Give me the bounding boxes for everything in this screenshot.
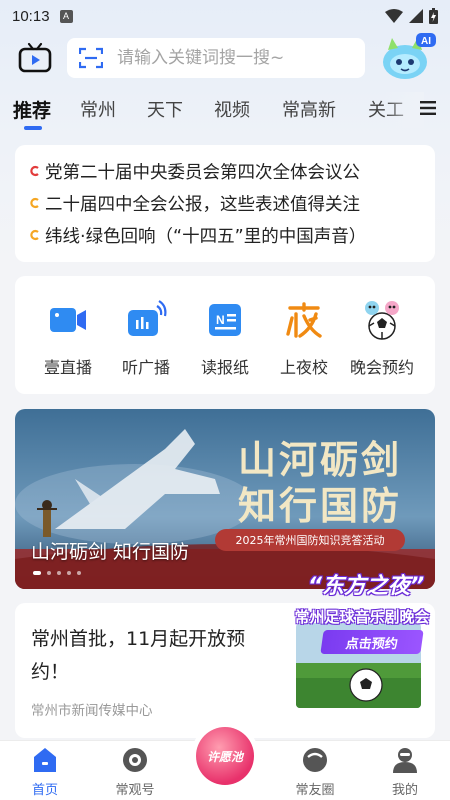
headline-item[interactable]: 党第二十届中央委员会第四次全体会议公 [29, 155, 435, 187]
quick-action-label: 听广播 [121, 358, 170, 377]
nav-label: 首页 [31, 783, 58, 798]
nav-label: 常观号 [115, 783, 155, 798]
promo-subtitle: 常州足球音乐剧晚会 [294, 608, 430, 626]
quick-action-label: 晚会预约 [349, 358, 414, 377]
headline-bullet-icon [30, 197, 39, 209]
headline-item[interactable]: 纬线·绿色回响（“十四五”里的中国声音） [29, 219, 435, 251]
signal-icon [409, 9, 423, 23]
quick-action-live[interactable]: 壹直播 [28, 298, 108, 378]
channel-tabs: 推荐 常州 天下 视频 常高新 关工 [0, 92, 450, 132]
gala-mascot-icon [365, 301, 399, 340]
status-bar: 10:13 A [0, 0, 450, 32]
svg-text:N: N [216, 313, 225, 327]
quick-action-newspaper[interactable]: N 读报纸 [185, 298, 265, 378]
quick-action-label: 壹直播 [43, 358, 92, 377]
wish-pool-button[interactable]: 许愿池 [196, 727, 254, 785]
banner-dot [47, 571, 51, 575]
tab-fade [384, 92, 424, 128]
floating-promo[interactable]: “东方之夜” 常州足球音乐剧晚会 点击预约 [277, 568, 447, 658]
banner-dot [57, 571, 61, 575]
banner-title: 山河砺剑 知行国防 [215, 437, 425, 529]
search-input[interactable] [117, 48, 337, 68]
nav-home[interactable]: 首页 [10, 745, 80, 798]
banner-title-line1: 山河砺剑 [237, 437, 402, 482]
banner-dot [77, 571, 81, 575]
tv-icon[interactable] [18, 42, 52, 74]
headline-bullet-icon [30, 165, 39, 177]
headline-list: 党第二十届中央委员会第四次全体会议公 二十届四中全会公报，这些表述值得关注 纬线… [15, 145, 435, 262]
quick-action-gala-booking[interactable]: 晚会预约 [342, 298, 422, 378]
changyouquan-icon [303, 748, 327, 772]
tab-changgaoxin[interactable]: 常高新 [282, 96, 336, 122]
channel-menu-icon[interactable] [420, 100, 436, 116]
tab-changzhou[interactable]: 常州 [80, 96, 116, 122]
quick-action-label: 上夜校 [279, 358, 328, 377]
headline-text: 党第二十届中央委员会第四次全体会议公 [45, 162, 360, 183]
active-tab-indicator [24, 126, 42, 130]
home-icon [34, 748, 56, 772]
profile-icon [393, 748, 417, 773]
search-bar[interactable] [67, 38, 365, 78]
news-source: 常州市新闻传媒中心 [31, 703, 153, 719]
headline-text: 二十届四中全会公报，这些表述值得关注 [45, 194, 360, 215]
news-title: 常州首批，11月起开放预约！ [31, 628, 246, 683]
status-time: 10:13 [12, 7, 50, 25]
tab-world[interactable]: 天下 [147, 96, 183, 122]
scan-icon[interactable] [79, 47, 103, 69]
ai-badge: AI [421, 36, 431, 47]
headline-bullet-icon [30, 229, 39, 241]
promo-title: “东方之夜” [307, 574, 425, 599]
status-notification-badge: A [59, 9, 73, 23]
ai-assistant-mascot-icon[interactable]: AI [378, 30, 438, 82]
tab-recommend[interactable]: 推荐 [13, 96, 51, 123]
banner-caption: 山河砺剑 知行国防 [31, 541, 190, 563]
wifi-icon [385, 9, 403, 23]
promo-banner[interactable]: 山河砺剑 知行国防 2025年常州国防知识竞答活动 山河砺剑 知行国防 [15, 409, 435, 589]
nav-label: 我的 [391, 783, 418, 798]
banner-title-line2: 知行国防 [237, 483, 402, 528]
nav-changyouquan[interactable]: 常友圈 [280, 745, 350, 798]
night-school-icon [286, 302, 322, 338]
banner-dot [67, 571, 71, 575]
banner-subtitle: 2025年常州国防知识竞答活动 [215, 529, 405, 551]
quick-action-night-school[interactable]: 上夜校 [264, 298, 344, 378]
headline-text: 纬线·绿色回响（“十四五”里的中国声音） [45, 226, 367, 247]
nav-changguanhao[interactable]: 常观号 [100, 745, 170, 798]
tab-video[interactable]: 视频 [214, 96, 250, 122]
radio-icon [128, 300, 167, 336]
banner-dot [33, 571, 41, 575]
headline-item[interactable]: 二十届四中全会公报，这些表述值得关注 [29, 187, 435, 219]
quick-actions: 壹直播 听广播 N 读报纸 上夜校 晚会预约 [15, 276, 435, 394]
newspaper-icon: N [209, 304, 241, 336]
battery-icon [429, 8, 438, 24]
nav-profile[interactable]: 我的 [370, 745, 440, 798]
quick-action-label: 读报纸 [200, 358, 249, 377]
quick-action-radio[interactable]: 听广播 [106, 298, 186, 378]
live-camera-icon [50, 308, 86, 332]
banner-pagination [33, 571, 81, 575]
promo-book-button[interactable]: 点击预约 [320, 630, 424, 654]
nav-label: 常友圈 [295, 783, 335, 798]
app-header: AI [0, 33, 450, 80]
changguanhao-icon [123, 748, 147, 772]
